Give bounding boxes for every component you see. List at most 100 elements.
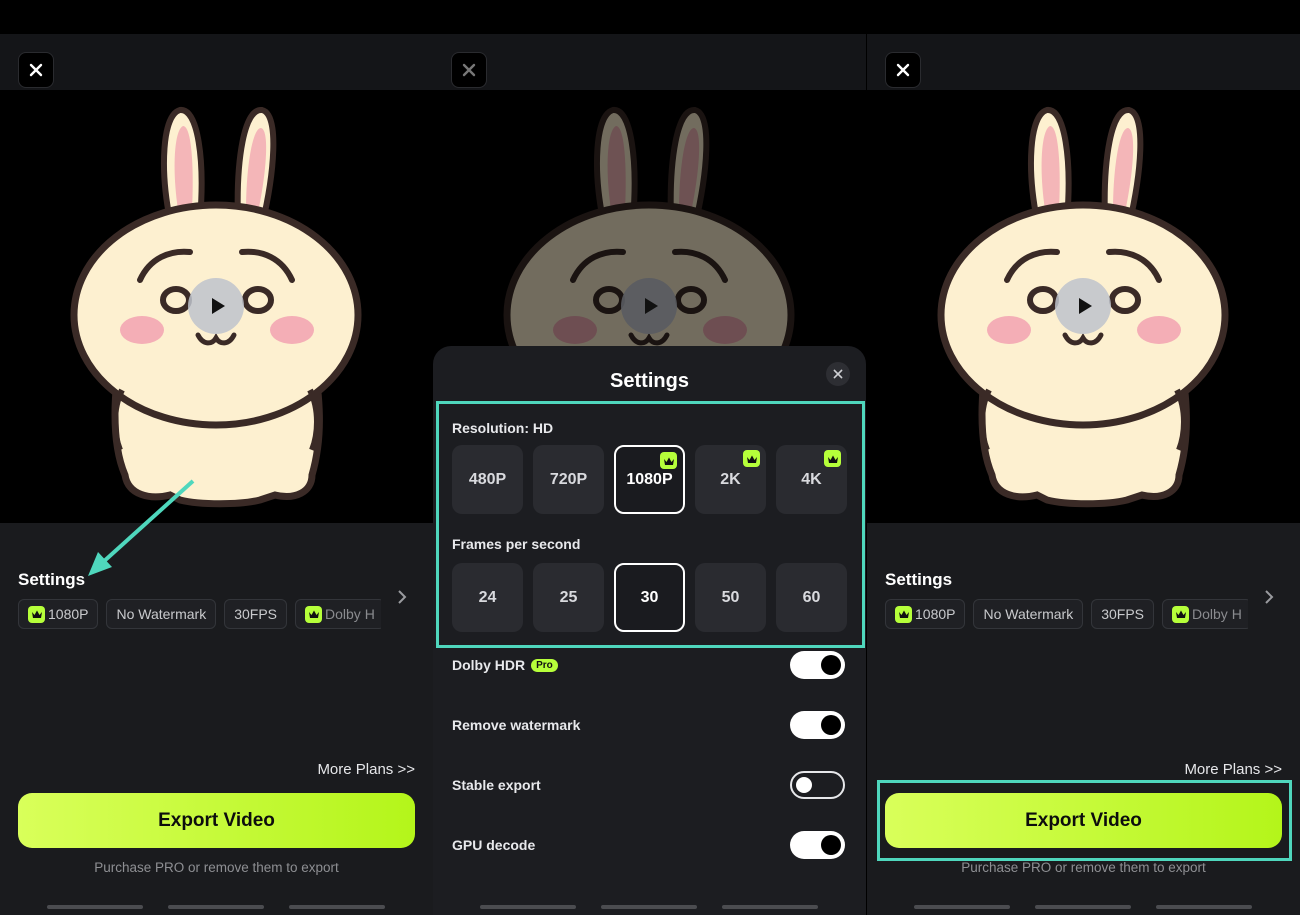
chip-fps[interactable]: 30FPS xyxy=(1091,599,1155,629)
play-icon xyxy=(1076,297,1094,315)
more-plans-link[interactable]: More Plans >> xyxy=(317,761,415,778)
status-bar xyxy=(867,0,1300,34)
close-button[interactable] xyxy=(451,52,487,88)
purchase-note: Purchase PRO or remove them to export xyxy=(961,860,1206,875)
resolution-4k[interactable]: 4K xyxy=(776,445,847,514)
play-button[interactable] xyxy=(1055,278,1111,334)
resolution-2k[interactable]: 2K xyxy=(695,445,766,514)
crown-icon xyxy=(743,450,760,467)
gpu-decode-toggle[interactable] xyxy=(790,831,845,859)
option-label: 25 xyxy=(559,588,578,606)
export-screen-left: Settings 1080P No Watermark 30FPS Dolby … xyxy=(0,0,433,915)
play-icon xyxy=(209,297,227,315)
chip-watermark[interactable]: No Watermark xyxy=(973,599,1084,629)
settings-title[interactable]: Settings xyxy=(885,570,952,590)
export-video-button[interactable]: Export Video xyxy=(18,793,415,848)
resolution-label: Resolution: HD xyxy=(452,420,554,436)
fps-label: Frames per second xyxy=(452,536,581,552)
settings-chips[interactable]: 1080P No Watermark 30FPS Dolby H xyxy=(18,599,381,629)
nav-indicator xyxy=(914,905,1252,909)
fps-25[interactable]: 25 xyxy=(533,563,604,632)
resolution-1080p[interactable]: 1080P xyxy=(614,445,685,514)
toggle-label: Remove watermark xyxy=(452,717,581,733)
export-screen-right: Settings 1080P No Watermark 30FPS Dolby … xyxy=(867,0,1300,915)
crown-icon xyxy=(1172,605,1190,623)
fps-50[interactable]: 50 xyxy=(695,563,766,632)
toggle-row-stable-export: Stable export xyxy=(452,770,845,800)
option-label: 24 xyxy=(478,588,497,606)
close-icon xyxy=(462,63,476,77)
crown-icon xyxy=(28,605,45,623)
video-preview[interactable] xyxy=(867,90,1300,523)
close-icon xyxy=(896,63,910,77)
export-options: Settings 1080P No Watermark 30FPS Dolby … xyxy=(867,523,1300,915)
chip-label: No Watermark xyxy=(116,606,207,622)
crown-icon xyxy=(305,605,323,623)
option-label: 2K xyxy=(720,470,741,488)
close-icon xyxy=(833,369,843,379)
fps-options: 24 25 30 50 60 xyxy=(452,563,847,632)
screenshot-stage: Settings 1080P No Watermark 30FPS Dolby … xyxy=(0,0,1300,915)
close-button[interactable] xyxy=(18,52,54,88)
chevron-right-icon[interactable] xyxy=(397,589,407,610)
fps-24[interactable]: 24 xyxy=(452,563,523,632)
resolution-480p[interactable]: 480P xyxy=(452,445,523,514)
chip-label: Dolby H xyxy=(1192,606,1242,622)
status-bar xyxy=(0,0,433,34)
option-label: 720P xyxy=(549,470,588,488)
chip-watermark[interactable]: No Watermark xyxy=(106,599,217,629)
chip-fps[interactable]: 30FPS xyxy=(224,599,288,629)
option-label: 50 xyxy=(721,588,740,606)
video-preview[interactable] xyxy=(0,90,433,523)
toggle-label: Dolby HDR Pro xyxy=(452,657,558,673)
chip-resolution[interactable]: 1080P xyxy=(18,599,99,629)
nav-indicator xyxy=(47,905,385,909)
play-icon xyxy=(642,297,660,315)
play-button[interactable] xyxy=(188,278,244,334)
close-button[interactable] xyxy=(885,52,921,88)
chip-label: 30FPS xyxy=(1101,606,1145,622)
crown-icon xyxy=(660,452,677,469)
toggle-row-remove-watermark: Remove watermark xyxy=(452,710,845,740)
dolby-hdr-toggle[interactable] xyxy=(790,651,845,679)
settings-chips[interactable]: 1080P No Watermark 30FPS Dolby H xyxy=(885,599,1248,629)
chip-label: 1080P xyxy=(915,606,956,622)
settings-title[interactable]: Settings xyxy=(18,570,85,590)
resolution-720p[interactable]: 720P xyxy=(533,445,604,514)
export-video-button[interactable]: Export Video xyxy=(885,793,1282,848)
chip-label: 1080P xyxy=(48,606,89,622)
nav-indicator xyxy=(480,905,818,909)
option-label: 30 xyxy=(640,588,659,606)
crown-icon xyxy=(824,450,841,467)
option-label: 1080P xyxy=(626,470,673,488)
sheet-close-button[interactable] xyxy=(826,362,850,386)
more-plans-link[interactable]: More Plans >> xyxy=(1184,761,1282,778)
header-bar xyxy=(0,34,433,90)
settings-sheet: Settings Resolution: HD 480P 720P 1080P … xyxy=(433,346,866,915)
option-label: 4K xyxy=(801,470,822,488)
header-bar xyxy=(867,34,1300,90)
settings-sheet-screen: Settings Resolution: HD 480P 720P 1080P … xyxy=(433,0,866,915)
chip-resolution[interactable]: 1080P xyxy=(885,599,966,629)
option-label: 480P xyxy=(468,470,507,488)
toggle-row-gpu-decode: GPU decode xyxy=(452,830,845,860)
stable-export-toggle[interactable] xyxy=(790,771,845,799)
chip-label: Dolby H xyxy=(325,606,375,622)
fps-60[interactable]: 60 xyxy=(776,563,847,632)
header-bar xyxy=(433,34,866,90)
export-options: Settings 1080P No Watermark 30FPS Dolby … xyxy=(0,523,433,915)
dolby-hdr-label: Dolby HDR xyxy=(452,657,526,673)
status-bar xyxy=(433,0,866,34)
pro-badge: Pro xyxy=(531,658,558,672)
chip-dolby[interactable]: Dolby H xyxy=(1162,599,1248,629)
option-label: 60 xyxy=(802,588,821,606)
chip-dolby[interactable]: Dolby H xyxy=(295,599,381,629)
chip-label: 30FPS xyxy=(234,606,278,622)
chevron-right-icon[interactable] xyxy=(1264,589,1274,610)
remove-watermark-toggle[interactable] xyxy=(790,711,845,739)
sheet-title: Settings xyxy=(610,370,689,392)
purchase-note: Purchase PRO or remove them to export xyxy=(94,860,339,875)
fps-30[interactable]: 30 xyxy=(614,563,685,632)
crown-icon xyxy=(895,605,912,623)
toggle-label: Stable export xyxy=(452,777,541,793)
